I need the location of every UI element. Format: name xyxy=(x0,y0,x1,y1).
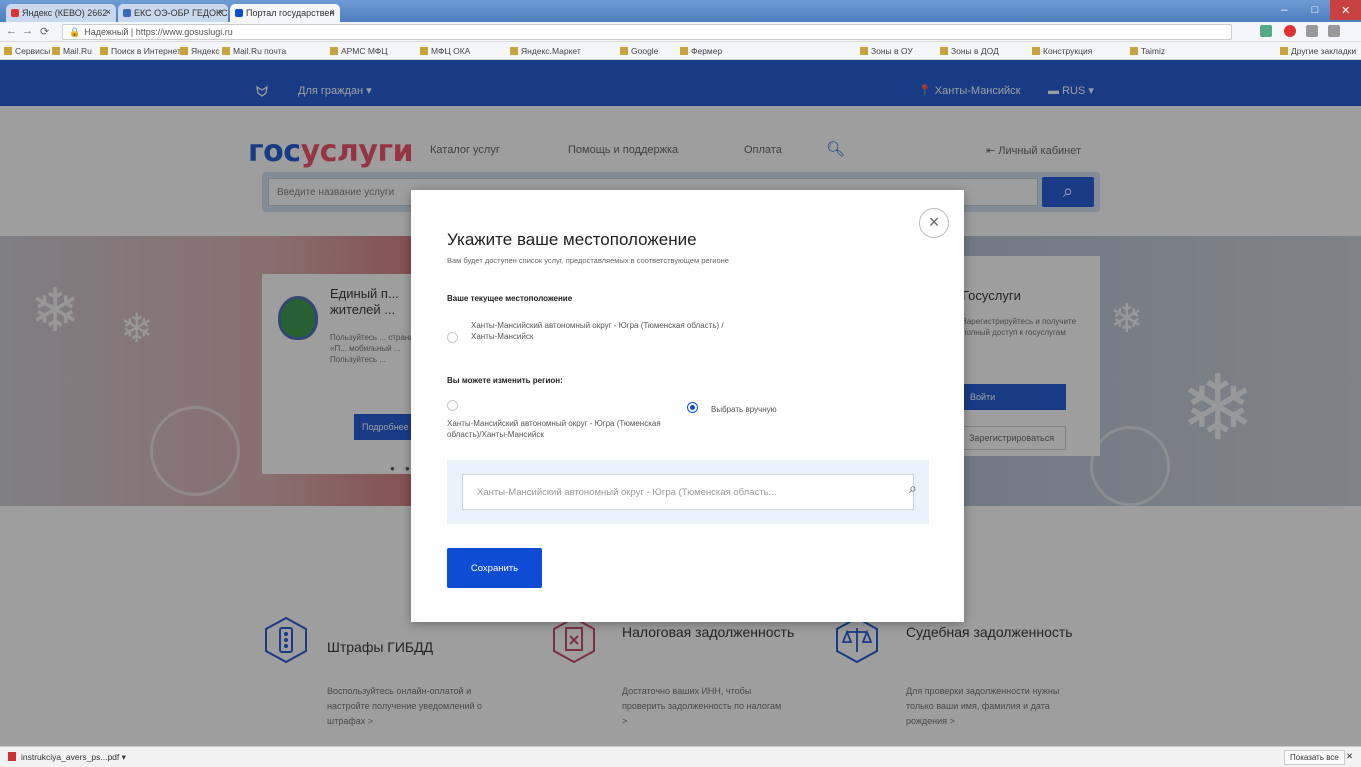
bookmark[interactable]: Google xyxy=(620,46,658,56)
auto-region-label: Ханты-Мансийский автономный округ - Югра… xyxy=(447,419,661,439)
tab-favicon-icon xyxy=(11,9,19,17)
bookmark[interactable]: Сервисы xyxy=(4,46,50,56)
forward-icon[interactable]: → xyxy=(22,25,33,37)
current-location-heading: Ваше текущее местоположение xyxy=(447,294,573,303)
change-region-heading: Вы можете изменить регион: xyxy=(447,376,563,385)
bookmark[interactable]: Яндекс.Маркет xyxy=(510,46,581,56)
tab-label: Портал государствен xyxy=(246,8,335,18)
save-button[interactable]: Сохранить xyxy=(447,548,542,588)
window-close-icon[interactable]: ✕ xyxy=(1330,0,1361,20)
auto-region-radio[interactable] xyxy=(447,400,458,411)
close-icon: × xyxy=(928,212,940,232)
window-controls: – □ ✕ xyxy=(1269,0,1361,20)
bookmark[interactable]: Конструкция xyxy=(1032,46,1092,56)
url-text: Надежный | https://www.gosuslugi.ru xyxy=(84,27,233,37)
browser-tab[interactable]: ЕКС ОЭ-ОБР ГЕДОКС × xyxy=(118,4,228,22)
current-location-radio[interactable] xyxy=(447,332,458,343)
bookmark[interactable]: Зоны в ОУ xyxy=(860,46,913,56)
tab-close-icon[interactable]: × xyxy=(330,7,335,17)
region-input-text: Ханты-Мансийский автономный округ - Югра… xyxy=(477,487,777,498)
back-icon[interactable]: ← xyxy=(6,25,17,37)
bookmark[interactable]: Mail.Ru xyxy=(52,46,92,56)
reload-icon[interactable]: ⟳ xyxy=(40,25,49,38)
bookmark[interactable]: Фермер xyxy=(680,46,722,56)
modal-subtitle: Вам будет доступен список услуг, предост… xyxy=(447,256,729,265)
tab-label: ЕКС ОЭ-ОБР ГЕДОКС xyxy=(134,8,228,18)
modal-close-button[interactable]: × xyxy=(919,208,949,238)
menu-icon[interactable] xyxy=(1328,25,1340,37)
tab-close-icon[interactable]: × xyxy=(106,7,111,17)
bookmark[interactable]: МФЦ ОКА xyxy=(420,46,470,56)
tab-label: Яндекс (КЕВО) 2662 xyxy=(22,8,108,18)
lock-icon: 🔒 xyxy=(69,27,81,37)
tab-favicon-icon xyxy=(123,9,131,17)
bookmarks-bar: Сервисы Mail.Ru Поиск в Интернете Яндекс… xyxy=(0,42,1361,60)
bookmark[interactable]: Другие закладки xyxy=(1280,46,1356,56)
extension-icon[interactable] xyxy=(1284,25,1296,37)
address-bar: ← → ⟳ 🔒 Надежный | https://www.gosuslugi.… xyxy=(0,22,1361,42)
browser-tab-active[interactable]: Портал государствен × xyxy=(230,4,340,23)
region-search-box: Ханты-Мансийский автономный округ - Югра… xyxy=(447,460,929,524)
manual-region-radio[interactable] xyxy=(687,402,698,413)
bookmark[interactable]: Зоны в ДОД xyxy=(940,46,999,56)
tab-favicon-icon xyxy=(235,9,243,17)
bookmark[interactable]: АРМС МФЦ xyxy=(330,46,388,56)
search-icon[interactable]: ⌕ xyxy=(909,480,917,497)
region-search-input[interactable]: Ханты-Мансийский автономный округ - Югра… xyxy=(462,474,914,510)
current-location-value: Ханты-Мансийский автономный округ - Югра… xyxy=(471,321,724,341)
browser-tab[interactable]: Яндекс (КЕВО) 2662 × xyxy=(6,4,116,22)
tab-close-icon[interactable]: × xyxy=(218,7,223,17)
bookmark[interactable]: Taimiz xyxy=(1130,46,1165,56)
extension-icon[interactable] xyxy=(1260,25,1272,37)
maximize-icon[interactable]: □ xyxy=(1300,0,1331,20)
modal-title: Укажите ваше местоположение xyxy=(447,230,697,249)
download-filename: instrukciya_avers_ps...pdf xyxy=(21,752,120,762)
show-all-downloads-button[interactable]: Показать все xyxy=(1284,750,1345,765)
extension-icon[interactable] xyxy=(1306,25,1318,37)
close-icon[interactable]: ✕ xyxy=(1346,751,1353,762)
browser-titlebar: Яндекс (КЕВО) 2662 × ЕКС ОЭ-ОБР ГЕДОКС × П… xyxy=(0,0,1361,23)
url-input[interactable]: 🔒 Надежный | https://www.gosuslugi.ru xyxy=(62,24,1232,40)
bookmark[interactable]: Mail.Ru почта xyxy=(222,46,286,56)
location-modal: × Укажите ваше местоположение Вам будет … xyxy=(411,190,964,622)
manual-region-label: Выбрать вручную xyxy=(711,405,777,414)
minimize-icon[interactable]: – xyxy=(1269,0,1300,20)
bookmark[interactable]: Поиск в Интернете xyxy=(100,46,186,56)
download-item[interactable]: instrukciya_avers_ps...pdf ▾ xyxy=(8,752,126,763)
download-bar: instrukciya_avers_ps...pdf ▾ Показать вс… xyxy=(0,746,1361,767)
bookmark[interactable]: Яндекс xyxy=(180,46,220,56)
